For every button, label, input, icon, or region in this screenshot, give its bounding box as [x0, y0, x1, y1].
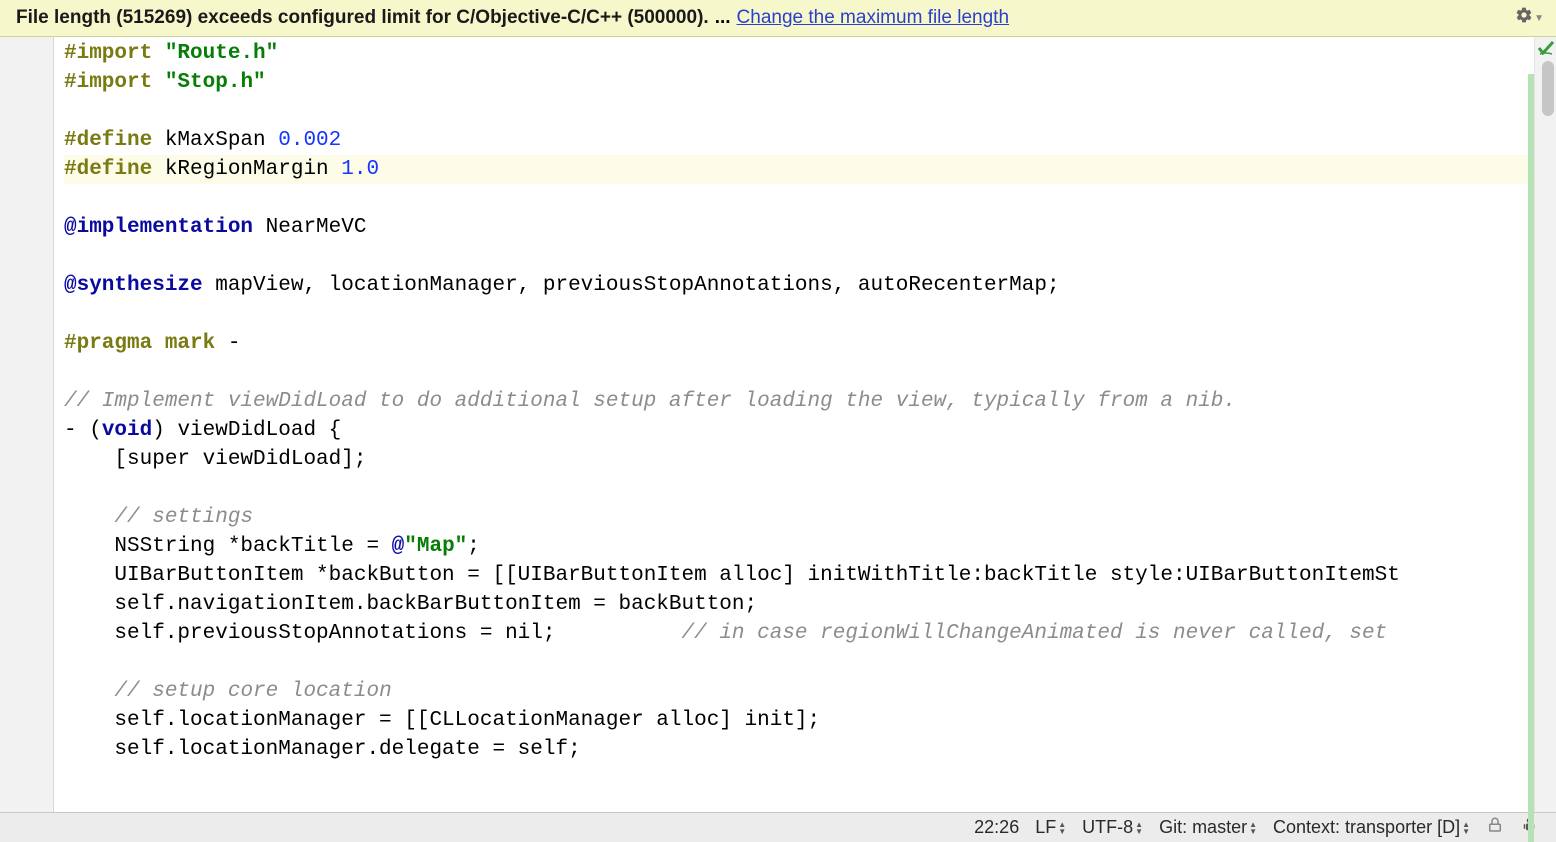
notification-bar: File length (515269) exceeds configured …	[0, 0, 1556, 37]
cursor-position[interactable]: 22:26	[974, 817, 1019, 838]
notification-settings-button[interactable]: ▼	[1515, 6, 1544, 30]
gutter[interactable]	[0, 37, 54, 812]
code-line[interactable]: #define kMaxSpan 0.002	[64, 126, 1556, 155]
line-separator-widget[interactable]: LF ▲▼	[1035, 817, 1066, 838]
updown-icon: ▲▼	[1462, 821, 1470, 835]
code-line[interactable]	[64, 184, 1556, 213]
updown-icon: ▲▼	[1249, 821, 1257, 835]
code-line[interactable]: NSString *backTitle = @"Map";	[64, 532, 1556, 561]
code-line[interactable]: // setup core location	[64, 677, 1556, 706]
code-line[interactable]	[64, 648, 1556, 677]
code-line[interactable]	[64, 242, 1556, 271]
code-line[interactable]	[64, 358, 1556, 387]
git-branch-value: Git: master	[1159, 817, 1247, 838]
code-line[interactable]: self.locationManager.delegate = self;	[64, 735, 1556, 764]
code-line[interactable]: #define kRegionMargin 1.0	[64, 155, 1556, 184]
code-line[interactable]: // settings	[64, 503, 1556, 532]
encoding-widget[interactable]: UTF-8 ▲▼	[1082, 817, 1143, 838]
code-line[interactable]: UIBarButtonItem *backButton = [[UIBarBut…	[64, 561, 1556, 590]
code-line[interactable]: - (void) viewDidLoad {	[64, 416, 1556, 445]
change-max-file-length-link[interactable]: Change the maximum file length	[737, 7, 1009, 29]
code-line[interactable]: @implementation NearMeVC	[64, 213, 1556, 242]
notification-message: File length (515269) exceeds configured …	[16, 7, 709, 29]
git-branch-widget[interactable]: Git: master ▲▼	[1159, 817, 1257, 838]
gear-icon	[1515, 6, 1533, 30]
context-widget[interactable]: Context: transporter [D] ▲▼	[1273, 817, 1470, 838]
code-line[interactable]: [super viewDidLoad];	[64, 445, 1556, 474]
context-value: Context: transporter [D]	[1273, 817, 1460, 838]
editor-area: #import "Route.h"#import "Stop.h" #defin…	[0, 37, 1556, 812]
encoding-value: UTF-8	[1082, 817, 1133, 838]
chevron-down-icon: ▼	[1534, 13, 1544, 24]
scrollbar-thumb[interactable]	[1542, 61, 1554, 116]
code-line[interactable]: self.previousStopAnnotations = nil; // i…	[64, 619, 1556, 648]
code-line[interactable]: #import "Stop.h"	[64, 68, 1556, 97]
updown-icon: ▲▼	[1135, 821, 1143, 835]
status-bar: 22:26 LF ▲▼ UTF-8 ▲▼ Git: master ▲▼ Cont…	[0, 812, 1556, 842]
code-line[interactable]	[64, 474, 1556, 503]
code-area[interactable]: #import "Route.h"#import "Stop.h" #defin…	[54, 37, 1556, 812]
error-stripe-rail[interactable]	[1534, 37, 1556, 812]
code-line[interactable]: self.locationManager = [[CLLocationManag…	[64, 706, 1556, 735]
updown-icon: ▲▼	[1058, 821, 1066, 835]
code-line[interactable]: self.navigationItem.backBarButtonItem = …	[64, 590, 1556, 619]
code-content[interactable]: #import "Route.h"#import "Stop.h" #defin…	[54, 37, 1556, 764]
inspection-ok-icon	[1538, 39, 1554, 60]
code-line[interactable]: @synthesize mapView, locationManager, pr…	[64, 271, 1556, 300]
code-line[interactable]: // Implement viewDidLoad to do additiona…	[64, 387, 1556, 416]
code-line[interactable]	[64, 97, 1556, 126]
code-line[interactable]: #import "Route.h"	[64, 39, 1556, 68]
notification-ellipsis: ...	[715, 7, 731, 29]
code-line[interactable]	[64, 300, 1556, 329]
lock-icon	[1486, 816, 1504, 839]
readonly-lock-button[interactable]	[1486, 816, 1504, 839]
code-line[interactable]: #pragma mark -	[64, 329, 1556, 358]
line-separator-value: LF	[1035, 817, 1056, 838]
